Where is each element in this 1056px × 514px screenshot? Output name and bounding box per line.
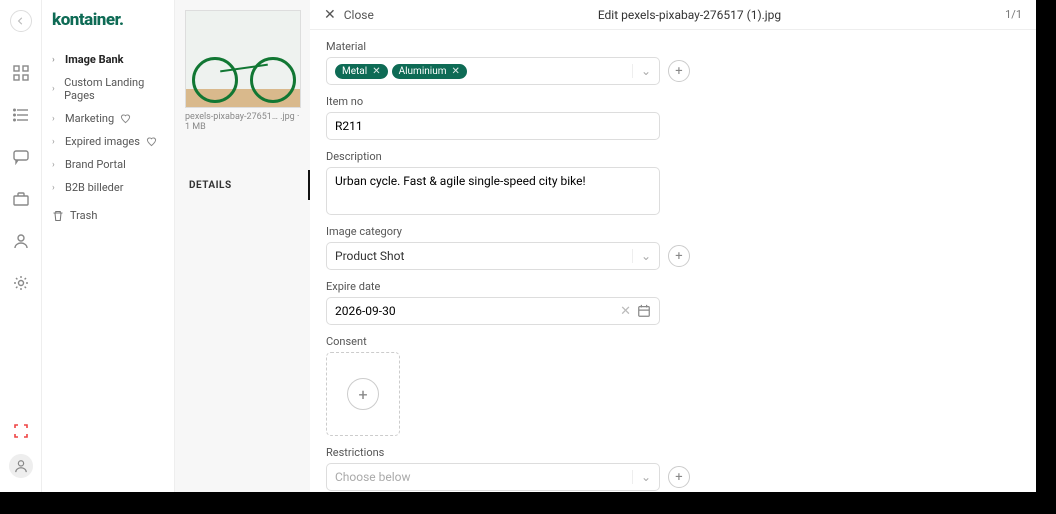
close-icon: ✕ [324,7,336,23]
consent-label: Consent [326,335,1020,348]
heart-icon [146,136,157,147]
consent-upload[interactable]: + [326,352,400,436]
material-select[interactable]: Metal✕ Aluminium✕ ⌄ [326,57,660,85]
avatar[interactable] [9,454,33,478]
briefcase-icon[interactable] [12,190,30,208]
image-category-label: Image category [326,225,1020,238]
description-label: Description [326,150,1020,163]
sidebar-item-label: B2B billeder [65,181,123,194]
material-chip-metal[interactable]: Metal✕ [335,64,388,79]
item-no-input[interactable] [326,112,660,140]
plus-icon: + [347,378,379,410]
heart-icon [120,113,131,124]
material-label: Material [326,40,1020,53]
material-field: Material Metal✕ Aluminium✕ ⌄ + [326,40,1020,85]
restrictions-select[interactable]: Choose below ⌄ [326,463,660,491]
restrictions-field: Restrictions Choose below ⌄ + [326,446,1020,491]
material-chip-aluminium[interactable]: Aluminium✕ [392,64,467,79]
clear-date-icon[interactable]: ✕ [620,304,631,319]
gear-icon[interactable] [12,274,30,292]
expire-date-input[interactable]: ✕ [326,297,660,325]
target-icon[interactable] [12,422,30,440]
sidebar-trash[interactable]: Trash [52,209,164,222]
page-indicator: 1/1 [1005,8,1022,21]
collapse-sidebar-button[interactable] [10,10,32,32]
details-tab[interactable]: DETAILS [175,170,310,200]
preview-meta: pexels-pixabay-27651… .jpg · 1 MB [175,112,310,140]
preview-thumbnail[interactable] [185,10,301,108]
description-field: Description [326,150,1020,215]
item-no-label: Item no [326,95,1020,108]
add-category-button[interactable]: + [668,245,690,267]
sidebar-item-label: Image Bank [65,53,124,66]
chevron-down-icon[interactable]: ⌄ [632,249,651,263]
sidebar-item-b2b[interactable]: ›B2B billeder [52,176,164,199]
logo: kontainer. [52,10,164,30]
chat-icon[interactable] [12,148,30,166]
expire-date-label: Expire date [326,280,1020,293]
description-textarea[interactable] [326,167,660,215]
chevron-down-icon[interactable]: ⌄ [632,470,651,484]
sidebar-item-custom-landing[interactable]: ›Custom Landing Pages [52,71,164,107]
add-material-button[interactable]: + [668,60,690,82]
remove-tag-icon[interactable]: ✕ [451,66,459,77]
remove-tag-icon[interactable]: ✕ [372,66,380,77]
trash-label: Trash [70,209,97,222]
folder-nav: kontainer. ›Image Bank ›Custom Landing P… [42,0,174,492]
sidebar-item-label: Custom Landing Pages [64,76,164,102]
calendar-icon[interactable] [637,304,651,318]
trash-icon [52,210,64,222]
restrictions-label: Restrictions [326,446,1020,459]
chevron-down-icon[interactable]: ⌄ [632,64,651,78]
sidebar-item-marketing[interactable]: ›Marketing [52,107,164,130]
close-button[interactable]: ✕ Close [324,7,374,23]
user-icon[interactable] [12,232,30,250]
consent-field: Consent + [326,335,1020,436]
icon-rail [0,0,42,492]
item-no-field: Item no [326,95,1020,140]
editor: ✕ Close Edit pexels-pixabay-276517 (1).j… [310,0,1036,492]
editor-title: Edit pexels-pixabay-276517 (1).jpg [374,8,1005,22]
expire-date-field: Expire date ✕ [326,280,1020,325]
sidebar-item-label: Marketing [65,112,114,125]
list-icon[interactable] [12,106,30,124]
grid-icon[interactable] [12,64,30,82]
close-label: Close [344,8,374,22]
preview-panel: pexels-pixabay-27651… .jpg · 1 MB DETAIL… [174,0,310,492]
sidebar-item-brand-portal[interactable]: ›Brand Portal [52,153,164,176]
sidebar-item-label: Expired images [65,135,140,148]
sidebar-item-label: Brand Portal [65,158,126,171]
add-restriction-button[interactable]: + [668,466,690,488]
editor-header: ✕ Close Edit pexels-pixabay-276517 (1).j… [310,0,1036,30]
sidebar-item-expired[interactable]: ›Expired images [52,130,164,153]
restrictions-placeholder: Choose below [335,470,411,484]
image-category-value: Product Shot [335,249,404,263]
sidebar-item-image-bank[interactable]: ›Image Bank [52,48,164,71]
image-category-field: Image category Product Shot ⌄ + [326,225,1020,270]
image-category-select[interactable]: Product Shot ⌄ [326,242,660,270]
